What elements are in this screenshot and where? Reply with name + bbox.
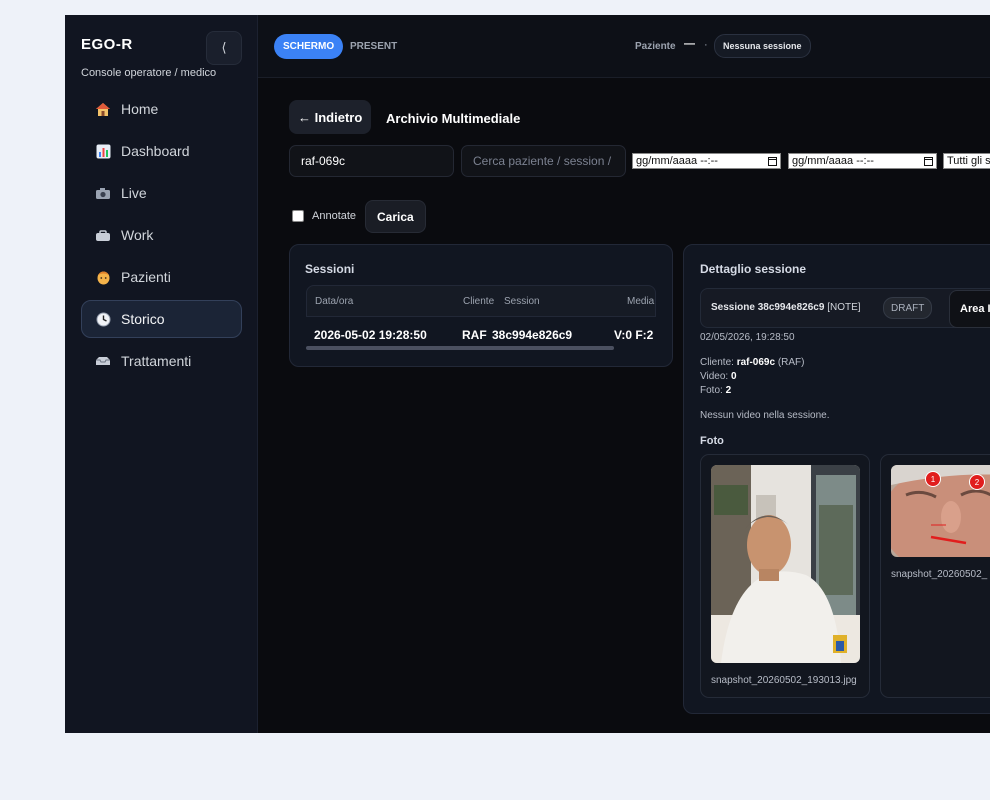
photo-caption: snapshot_20260502_193013.jpg xyxy=(711,675,857,686)
bar-chart-icon xyxy=(94,143,112,159)
calendar-icon[interactable] xyxy=(768,156,777,166)
sidebar-item-label: Trattamenti xyxy=(121,353,192,369)
load-button[interactable]: Carica xyxy=(365,200,426,233)
session-client: RAF xyxy=(462,328,487,342)
patient-separator: · xyxy=(704,39,708,51)
video-count-value: 0 xyxy=(730,371,737,382)
draft-badge: DRAFT xyxy=(883,297,933,319)
photo-thumbnail[interactable] xyxy=(711,465,860,663)
sidebar-item-dashboard[interactable]: Dashboard xyxy=(81,132,242,170)
page-title: Archivio Multimediale xyxy=(386,111,521,126)
top-bar: SCHERMO PRESENT Paziente — · Nessuna ses… xyxy=(258,15,990,78)
annotated-checkbox[interactable] xyxy=(292,210,304,222)
date-from-value: gg/mm/aaaa --:-- xyxy=(636,155,718,167)
horizontal-scrollbar[interactable] xyxy=(306,346,614,350)
present-mode-button[interactable]: PRESENT xyxy=(350,41,397,52)
annotation-marker[interactable]: 2 xyxy=(969,474,985,490)
session-detail-panel: Dettaglio sessione Sessione 38c994e826c9… xyxy=(683,244,990,714)
sessions-panel: Sessioni Data/ora Cliente Session Media … xyxy=(289,244,673,367)
sidebar-item-home[interactable]: Home xyxy=(81,90,242,128)
column-header[interactable]: Cliente xyxy=(463,296,494,307)
client-info-suffix: (RAF) xyxy=(777,357,805,368)
sidebar-item-label: Work xyxy=(121,227,154,243)
type-filter-select[interactable]: Tutti gli s xyxy=(943,153,990,169)
sidebar-item-live[interactable]: Live xyxy=(81,174,242,212)
sidebar: EGO-R Console operatore / medico ⟨ Home … xyxy=(65,15,258,733)
photo-count-value: 2 xyxy=(725,385,732,396)
photo-count-label: Foto: xyxy=(700,385,723,396)
brand-title: EGO-R xyxy=(81,36,133,53)
sidebar-item-label: Home xyxy=(121,101,159,117)
search-input[interactable] xyxy=(461,145,626,177)
sidebar-item-label: Live xyxy=(121,185,147,201)
session-heading-id: Sessione 38c994e826c9 xyxy=(711,302,825,313)
area-button[interactable]: Area I xyxy=(949,290,990,328)
detail-title: Dettaglio sessione xyxy=(700,262,807,276)
annotated-label: Annotate xyxy=(312,210,357,222)
sidebar-item-label: Storico xyxy=(121,311,165,327)
sidebar-item-label: Pazienti xyxy=(121,269,171,285)
client-info-value: raf-069c xyxy=(736,357,776,368)
house-icon xyxy=(94,101,112,117)
sidebar-item-label: Dashboard xyxy=(121,143,190,159)
briefcase-icon xyxy=(94,227,112,243)
client-filter-input[interactable] xyxy=(289,145,454,177)
back-button[interactable]: ← Indietro xyxy=(289,100,372,134)
session-tag: [NOTE] xyxy=(827,302,861,313)
patient-label: Paziente xyxy=(635,41,676,52)
sidebar-item-pazienti[interactable]: Pazienti xyxy=(81,258,242,296)
screen-mode-button[interactable]: SCHERMO xyxy=(274,34,344,59)
photo-card[interactable]: snapshot_20260502_193013.jpg xyxy=(700,454,870,698)
column-header[interactable]: Media xyxy=(627,296,654,307)
patient-value: — xyxy=(684,38,695,50)
brand-subtitle: Console operatore / medico xyxy=(81,67,217,79)
date-to-value: gg/mm/aaaa --:-- xyxy=(792,155,874,167)
photo-card[interactable]: 1 2 snapshot_20260502_ xyxy=(880,454,990,698)
face-icon xyxy=(94,269,112,285)
table-row[interactable]: 2026-05-02 19:28:50 RAF 38c994e826c9 V:0… xyxy=(306,319,656,347)
session-header: Sessione 38c994e826c9 [NOTE] DRAFT Area … xyxy=(700,288,990,328)
tray-icon xyxy=(94,353,112,369)
clock-icon xyxy=(94,311,112,327)
sessions-table-header: Data/ora Cliente Session Media xyxy=(306,285,656,317)
sessions-title: Sessioni xyxy=(305,262,355,276)
photos-heading: Foto xyxy=(700,435,724,447)
session-status-badge: Nessuna sessione xyxy=(714,34,811,58)
column-header[interactable]: Data/ora xyxy=(315,296,353,307)
sidebar-item-trattamenti[interactable]: Trattamenti xyxy=(81,342,242,380)
camera-icon xyxy=(94,185,112,201)
video-count-label: Video: xyxy=(700,371,729,382)
calendar-icon[interactable] xyxy=(924,156,933,166)
date-from-field[interactable]: gg/mm/aaaa --:-- xyxy=(632,153,781,169)
annotation-marker[interactable]: 1 xyxy=(925,471,941,487)
sidebar-item-storico[interactable]: Storico xyxy=(81,300,242,338)
column-header[interactable]: Session xyxy=(504,296,540,307)
session-datetime: 2026-05-02 19:28:50 xyxy=(314,328,427,342)
no-video-message: Nessun video nella sessione. xyxy=(700,410,830,421)
video-count: Video: 0 xyxy=(700,371,737,382)
client-info: Cliente: raf-069c (RAF) xyxy=(700,357,805,368)
sidebar-item-work[interactable]: Work xyxy=(81,216,242,254)
sidebar-nav: Home Dashboard Live Work Pazienti Storic… xyxy=(81,90,242,384)
app-window: EGO-R Console operatore / medico ⟨ Home … xyxy=(65,15,990,733)
photo-count: Foto: 2 xyxy=(700,385,731,396)
session-id: 38c994e826c9 xyxy=(492,328,573,342)
client-info-label: Cliente: xyxy=(700,357,734,368)
collapse-sidebar-button[interactable]: ⟨ xyxy=(206,31,242,65)
date-to-field[interactable]: gg/mm/aaaa --:-- xyxy=(788,153,937,169)
photo-caption: snapshot_20260502_ xyxy=(891,569,988,580)
main-content: ← Indietro Archivio Multimediale gg/mm/a… xyxy=(258,78,990,733)
session-media: V:0 F:2 xyxy=(614,328,654,342)
session-heading: Sessione 38c994e826c9 [NOTE] xyxy=(711,302,861,313)
session-date: 02/05/2026, 19:28:50 xyxy=(700,332,795,343)
